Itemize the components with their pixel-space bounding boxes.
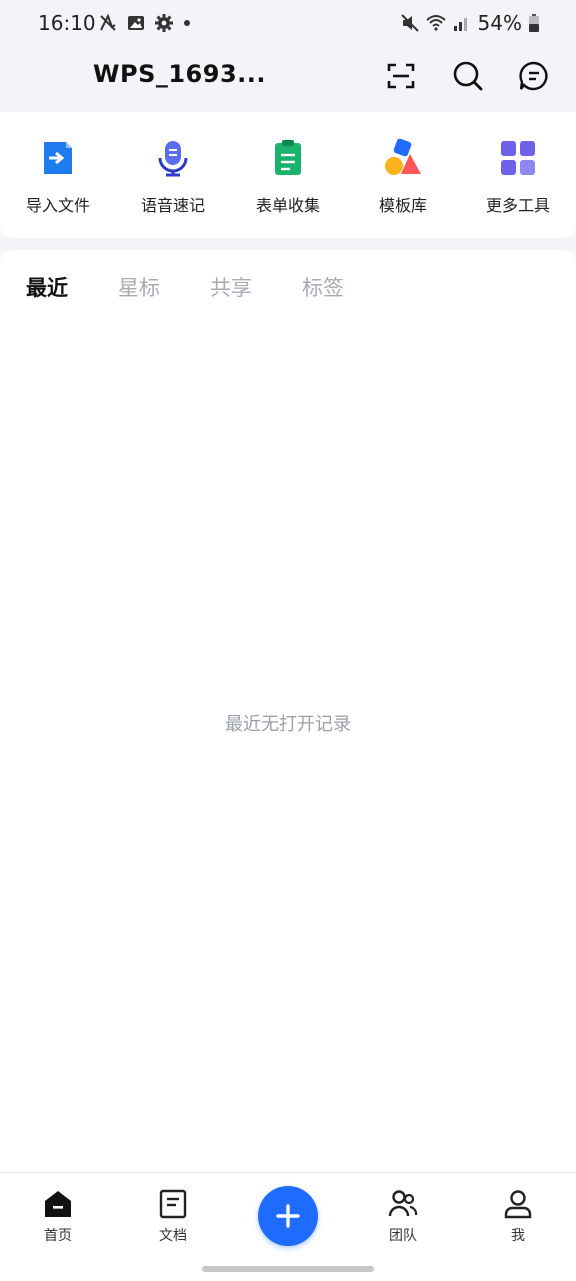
microphone-icon	[158, 141, 188, 177]
nav-label: 首页	[44, 1228, 72, 1244]
muted-app-icon	[100, 13, 116, 31]
battery-percent: 54%	[477, 11, 522, 35]
nav-documents[interactable]: 文档	[133, 1189, 213, 1245]
tool-more-tools[interactable]: 更多工具	[463, 138, 573, 216]
scan-icon	[387, 63, 415, 89]
status-right: 54%	[400, 11, 540, 35]
wifi-icon	[425, 15, 446, 31]
nav-label: 我	[511, 1228, 525, 1244]
dot-icon	[184, 20, 190, 26]
message-button[interactable]	[517, 59, 551, 93]
tool-label: 导入文件	[25, 196, 90, 215]
home-icon	[45, 1191, 71, 1217]
gallery-icon	[128, 16, 144, 30]
team-icon	[388, 1190, 418, 1217]
nav-label: 团队	[389, 1228, 417, 1244]
plus-icon	[276, 1204, 300, 1228]
template-library-icon	[385, 138, 421, 175]
mute-icon	[400, 14, 419, 32]
document-icon	[159, 1189, 187, 1219]
empty-state-text: 最近无打开记录	[225, 714, 351, 735]
scan-button[interactable]	[384, 59, 418, 93]
tab-tags[interactable]: 标签	[302, 272, 344, 302]
create-new-button[interactable]	[258, 1186, 318, 1246]
import-file-icon	[44, 142, 72, 174]
signal-icon	[453, 18, 467, 31]
nav-team[interactable]: 团队	[363, 1189, 443, 1245]
settings-icon	[155, 14, 173, 32]
account-name[interactable]: WPS_1693...	[93, 60, 266, 88]
form-collect-icon	[275, 140, 301, 175]
tool-label: 语音速记	[140, 196, 205, 215]
status-bar: 16:10 54%	[0, 0, 576, 46]
tool-voice-note[interactable]: 语音速记	[118, 138, 228, 216]
nav-me[interactable]: 我	[478, 1189, 558, 1245]
search-icon	[453, 61, 483, 91]
tab-recent[interactable]: 最近	[26, 272, 68, 302]
message-icon	[519, 61, 548, 91]
file-list-card: 最近 星标 共享 标签 最近无打开记录	[0, 250, 576, 1172]
tab-starred[interactable]: 星标	[118, 272, 160, 302]
nav-home[interactable]: 首页	[18, 1189, 98, 1245]
status-left-icons	[98, 13, 192, 33]
home-indicator[interactable]	[202, 1266, 374, 1272]
battery-icon	[529, 14, 539, 32]
tab-shared[interactable]: 共享	[210, 272, 252, 302]
tool-import-file[interactable]: 导入文件	[3, 138, 113, 216]
tool-label: 表单收集	[255, 196, 320, 215]
bottom-nav: 首页 文档 团队 我	[0, 1172, 576, 1281]
status-time: 16:10	[38, 11, 96, 35]
tool-label: 模板库	[378, 196, 427, 215]
more-tools-icon	[501, 141, 535, 175]
nav-label: 文档	[159, 1228, 187, 1244]
search-button[interactable]	[451, 59, 485, 93]
tool-form-collect[interactable]: 表单收集	[233, 138, 343, 216]
tool-template-library[interactable]: 模板库	[348, 138, 458, 216]
app-header: WPS_1693...	[0, 46, 576, 106]
file-tabs: 最近 星标 共享 标签	[26, 272, 394, 302]
profile-icon	[504, 1190, 532, 1219]
quick-tools-panel: 导入文件 语音速记 表单收集 模板库 更多工具	[0, 112, 576, 238]
tool-label: 更多工具	[485, 196, 550, 215]
